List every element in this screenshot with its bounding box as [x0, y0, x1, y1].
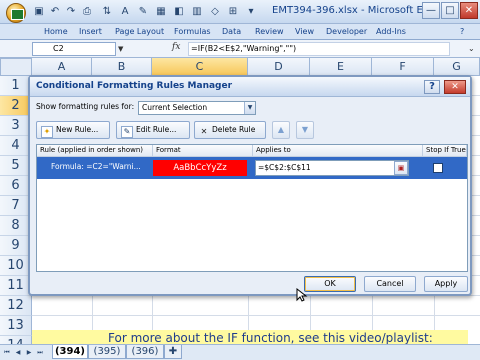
new-rule-icon: ✦ [41, 126, 53, 138]
column-header-format[interactable]: Format [153, 145, 253, 157]
rule-row[interactable]: Formula: =C2="Warni... AaBbCcYyZz =$C$2:… [37, 157, 467, 179]
show-rules-select[interactable]: Current Selection [138, 101, 256, 115]
delete-rule-label: Delete Rule [212, 125, 256, 134]
select-all-corner[interactable] [0, 58, 32, 76]
ribbon-tabs: Home Insert Page Layout Formulas Data Re… [0, 24, 480, 40]
show-rules-label: Show formatting rules for: [36, 102, 135, 111]
column-header-rule[interactable]: Rule (applied in order shown) [37, 145, 153, 157]
merge-icon[interactable]: ⊞ [226, 5, 240, 18]
collapse-dialog-icon[interactable]: ▣ [394, 161, 408, 175]
new-rule-button[interactable]: ✦ New Rule... [36, 121, 110, 139]
next-sheet-icon[interactable]: ▶ [24, 348, 34, 358]
tab-page-layout[interactable]: Page Layout [115, 27, 164, 39]
tab-formulas[interactable]: Formulas [174, 27, 211, 39]
column-header-e[interactable]: E [310, 58, 372, 76]
dialog-close-button[interactable]: ✕ [444, 80, 466, 94]
prev-sheet-icon[interactable]: ◀ [13, 348, 23, 358]
column-header-stop-if-true[interactable]: Stop If True [423, 145, 467, 157]
column-header-g[interactable]: G [434, 58, 480, 76]
chevron-down-icon[interactable]: ▼ [244, 102, 255, 114]
ribbon-help-icon[interactable]: ? [460, 27, 464, 39]
tab-developer[interactable]: Developer [326, 27, 367, 39]
column-header-f[interactable]: F [372, 58, 434, 76]
insert-function-icon[interactable]: fx [172, 42, 186, 56]
sort-icon[interactable]: ⇅ [100, 5, 114, 18]
column-header-b[interactable]: B [92, 58, 152, 76]
applies-to-input[interactable]: =$C$2:$C$11 [255, 160, 409, 176]
gridline [32, 315, 480, 316]
delete-icon: ✕ [200, 127, 208, 136]
rule-description: Formula: =C2="Warni... [51, 162, 141, 171]
close-window-button[interactable]: ✕ [460, 2, 478, 19]
fill-icon[interactable]: ◧ [172, 5, 186, 18]
column-header-c[interactable]: C [152, 58, 248, 76]
column-header-applies-to[interactable]: Applies to [253, 145, 423, 157]
move-up-icon[interactable]: ▲ [272, 121, 290, 139]
tab-home[interactable]: Home [44, 27, 68, 39]
mouse-cursor-icon [296, 288, 308, 302]
name-box[interactable]: C2 [32, 42, 116, 56]
sheet-tab-bar: ⏮ ◀ ▶ ⏭ (394) (395) (396) ✚ [0, 344, 480, 360]
title-bar: ▣ ↶ ↷ ⎙ ⇅ A ✎ ▦ ◧ ▥ ◇ ⊞ ▾ EMT394-396.xls… [0, 0, 480, 24]
tab-insert[interactable]: Insert [79, 27, 102, 39]
edit-rule-icon: ✎ [121, 126, 133, 138]
chart-icon[interactable]: ▥ [190, 5, 204, 18]
undo-icon[interactable]: ↶ [48, 5, 62, 18]
rules-list[interactable]: Rule (applied in order shown) Format App… [36, 144, 468, 272]
sheet-tab-396[interactable]: (396) [126, 345, 164, 359]
tab-review[interactable]: Review [255, 27, 284, 39]
first-sheet-icon[interactable]: ⏮ [2, 348, 12, 358]
dialog-title: Conditional Formatting Rules Manager [36, 81, 233, 91]
apply-button[interactable]: Apply [424, 276, 468, 292]
tab-view[interactable]: View [295, 27, 314, 39]
conditional-formatting-dialog: Conditional Formatting Rules Manager ? ✕… [28, 75, 472, 296]
info-banner: For more about the IF function, see this… [32, 330, 468, 344]
tab-data[interactable]: Data [222, 27, 241, 39]
format-painter-icon[interactable]: ✎ [136, 5, 150, 18]
insert-sheet-icon[interactable]: ✚ [164, 345, 182, 359]
qat-more-icon[interactable]: ▾ [244, 5, 258, 18]
expand-formula-bar-icon[interactable]: ⌄ [468, 44, 478, 54]
name-box-dropdown-icon[interactable]: ▼ [118, 45, 126, 53]
office-button-icon[interactable] [6, 3, 26, 23]
formula-input[interactable]: =IF(B2<E$2,"Warning","") [188, 42, 450, 56]
border-icon[interactable]: ▦ [154, 5, 168, 18]
sheet-tab-395[interactable]: (395) [88, 345, 126, 359]
formula-bar: C2 ▼ fx =IF(B2<E$2,"Warning","") ⌄ [0, 40, 480, 58]
column-header-d[interactable]: D [248, 58, 310, 76]
ok-button[interactable]: OK [304, 276, 356, 292]
format-preview: AaBbCcYyZz [153, 160, 247, 176]
row-header-12[interactable]: 12 [0, 296, 32, 316]
edit-rule-label: Edit Rule... [136, 125, 177, 134]
print-icon[interactable]: ⎙ [80, 5, 94, 18]
row-header-13[interactable]: 13 [0, 316, 32, 336]
edit-rule-button[interactable]: ✎ Edit Rule... [116, 121, 190, 139]
new-rule-label: New Rule... [56, 125, 99, 134]
row-header-14[interactable]: 14 [0, 336, 32, 344]
shape-icon[interactable]: ◇ [208, 5, 222, 18]
last-sheet-icon[interactable]: ⏭ [35, 348, 45, 358]
delete-rule-button[interactable]: ✕ Delete Rule [194, 121, 266, 139]
stop-if-true-checkbox[interactable] [433, 163, 443, 173]
save-icon[interactable]: ▣ [32, 5, 46, 18]
cancel-button[interactable]: Cancel [364, 276, 416, 292]
window-title: EMT394-396.xlsx - Microsoft Excel [272, 5, 443, 16]
dialog-help-button[interactable]: ? [424, 80, 440, 94]
tab-add-ins[interactable]: Add-Ins [376, 27, 406, 39]
column-header-a[interactable]: A [32, 58, 92, 76]
font-color-icon[interactable]: A [118, 5, 132, 18]
maximize-button[interactable]: □ [441, 2, 459, 19]
sheet-tab-394[interactable]: (394) [52, 345, 88, 359]
move-down-icon[interactable]: ▼ [296, 121, 314, 139]
dialog-title-bar[interactable]: Conditional Formatting Rules Manager ? ✕ [30, 77, 470, 97]
redo-icon[interactable]: ↷ [64, 5, 78, 18]
minimize-button[interactable]: — [422, 2, 440, 19]
